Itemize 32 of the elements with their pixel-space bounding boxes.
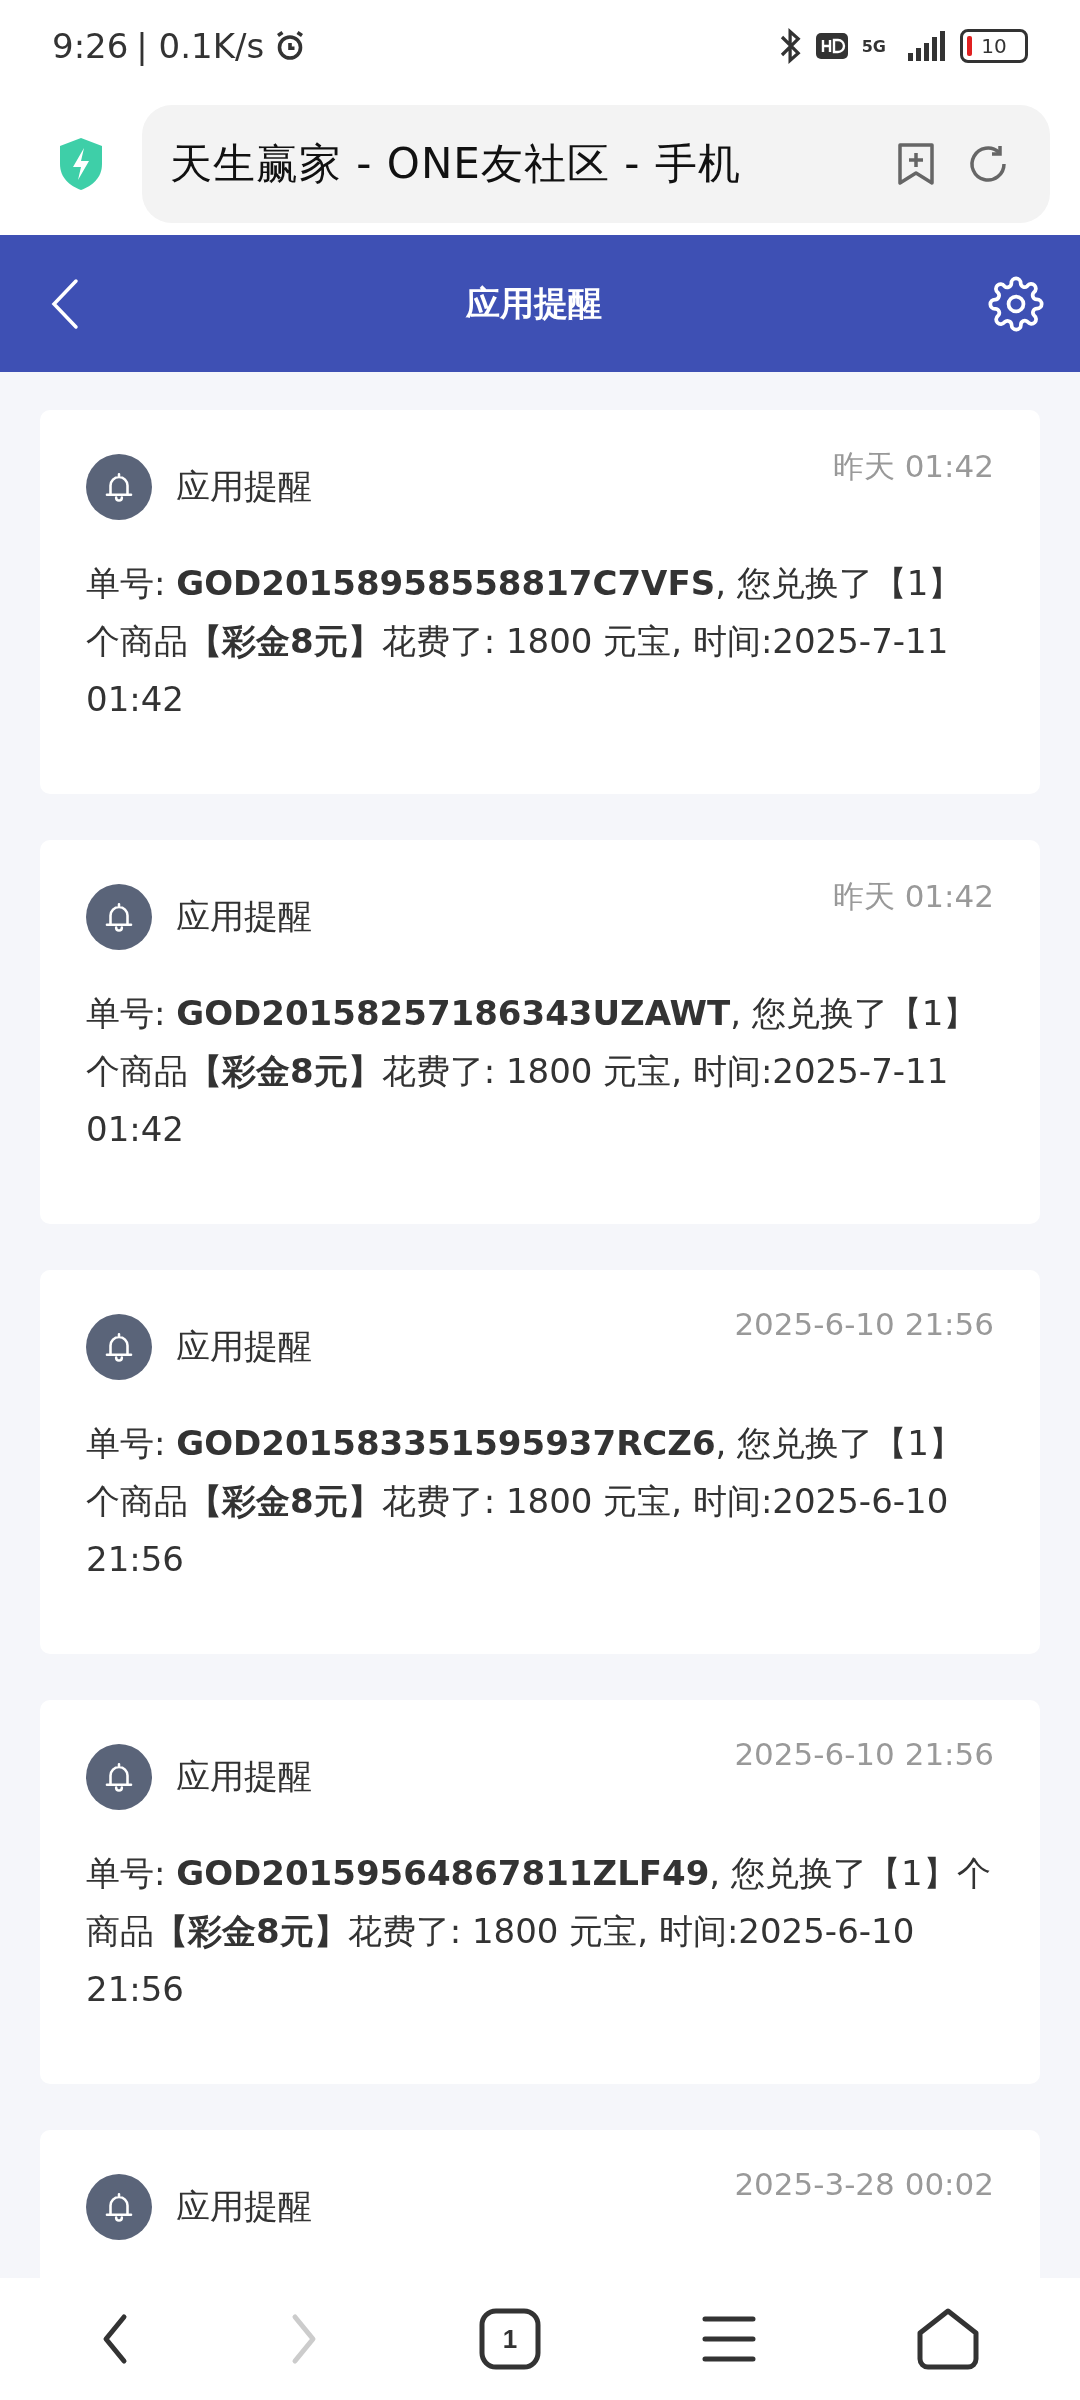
sender-name: 应用提醒 [176, 465, 313, 508]
sender-name: 应用提醒 [176, 1325, 313, 1368]
notification-card[interactable]: 应用提醒 2025-6-10 21:56 单号: GOD20159564867811ZLF49, 您兑换了【1】个商品【彩金8元】花费了: 1800 元宝, 时间:2025-6-10 21:56 [40, 1700, 1040, 2084]
page-title: 应用提醒 [466, 281, 602, 325]
network-type: 5G [861, 36, 886, 56]
notification-message: 单号: GOD20159564867811ZLF49, 您兑换了【1】个商品【彩金8元】花费了: 1800 元宝, 时间:2025-6-10 21:56 [86, 1852, 992, 2011]
notification-message: 单号: GOD20158257186343UZAWT, 您兑换了【1】个商品【彩金8元】花费了: 1800 元宝, 时间:2025-7-11 01:42 [86, 992, 979, 1151]
back-icon[interactable] [50, 277, 80, 330]
home-icon[interactable] [916, 2307, 981, 2371]
hd-icon [815, 33, 848, 59]
notification-card[interactable]: 应用提醒 昨天 01:42 单号: GOD20158257186343UZAWT, 您兑换了【1】个商品【彩金8元】花费了: 1800 元宝, 时间:2025-7-11 01:42 [40, 840, 1040, 1224]
sender-name: 应用提醒 [176, 2185, 313, 2228]
network-speed: | 0.1K/s [136, 26, 265, 66]
notification-card[interactable]: 应用提醒 2025-6-10 21:56 单号: GOD201583351595937RCZ6, 您兑换了【1】个商品【彩金8元】花费了: 1800 元宝, 时间:2025-6-10 21:56 [40, 1270, 1040, 1654]
sender-name: 应用提醒 [176, 895, 313, 938]
notification-message: 单号: GOD201583351595937RCZ6, 您兑换了【1】个商品【彩金8元】花费了: 1800 元宝, 时间:2025-6-10 21:56 [86, 1422, 964, 1581]
notification-time: 2025-6-10 21:56 [734, 1736, 994, 1772]
sender-name: 应用提醒 [176, 1755, 313, 1798]
notification-card[interactable]: 应用提醒 昨天 01:42 单号: GOD20158958558817C7VFS, 您兑换了【1】个商品【彩金8元】花费了: 1800 元宝, 时间:2025-7-11 01:42 [40, 410, 1040, 794]
notification-time: 昨天 01:42 [832, 877, 994, 916]
notification-card[interactable]: 应用提醒 2025-3-28 00:02 [40, 2130, 1040, 2278]
notification-time: 2025-3-28 00:02 [734, 2166, 994, 2202]
settings-icon[interactable] [988, 275, 1044, 332]
notification-time: 昨天 01:42 [832, 447, 994, 486]
clock-time: 9:26 [52, 26, 129, 66]
battery-indicator: 10 [960, 29, 1028, 63]
notification-time: 2025-6-10 21:56 [734, 1306, 994, 1342]
notification-message: 单号: GOD20158958558817C7VFS, 您兑换了【1】个商品【彩金8元】花费了: 1800 元宝, 时间:2025-7-11 01:42 [86, 562, 964, 721]
menu-icon[interactable] [700, 2315, 757, 2363]
address-bar[interactable]: 天生赢家 - ONE友社区 - 手机 [142, 104, 1050, 223]
bluetooth-icon [779, 28, 802, 64]
tabs-button[interactable]: 1 [479, 2308, 541, 2370]
